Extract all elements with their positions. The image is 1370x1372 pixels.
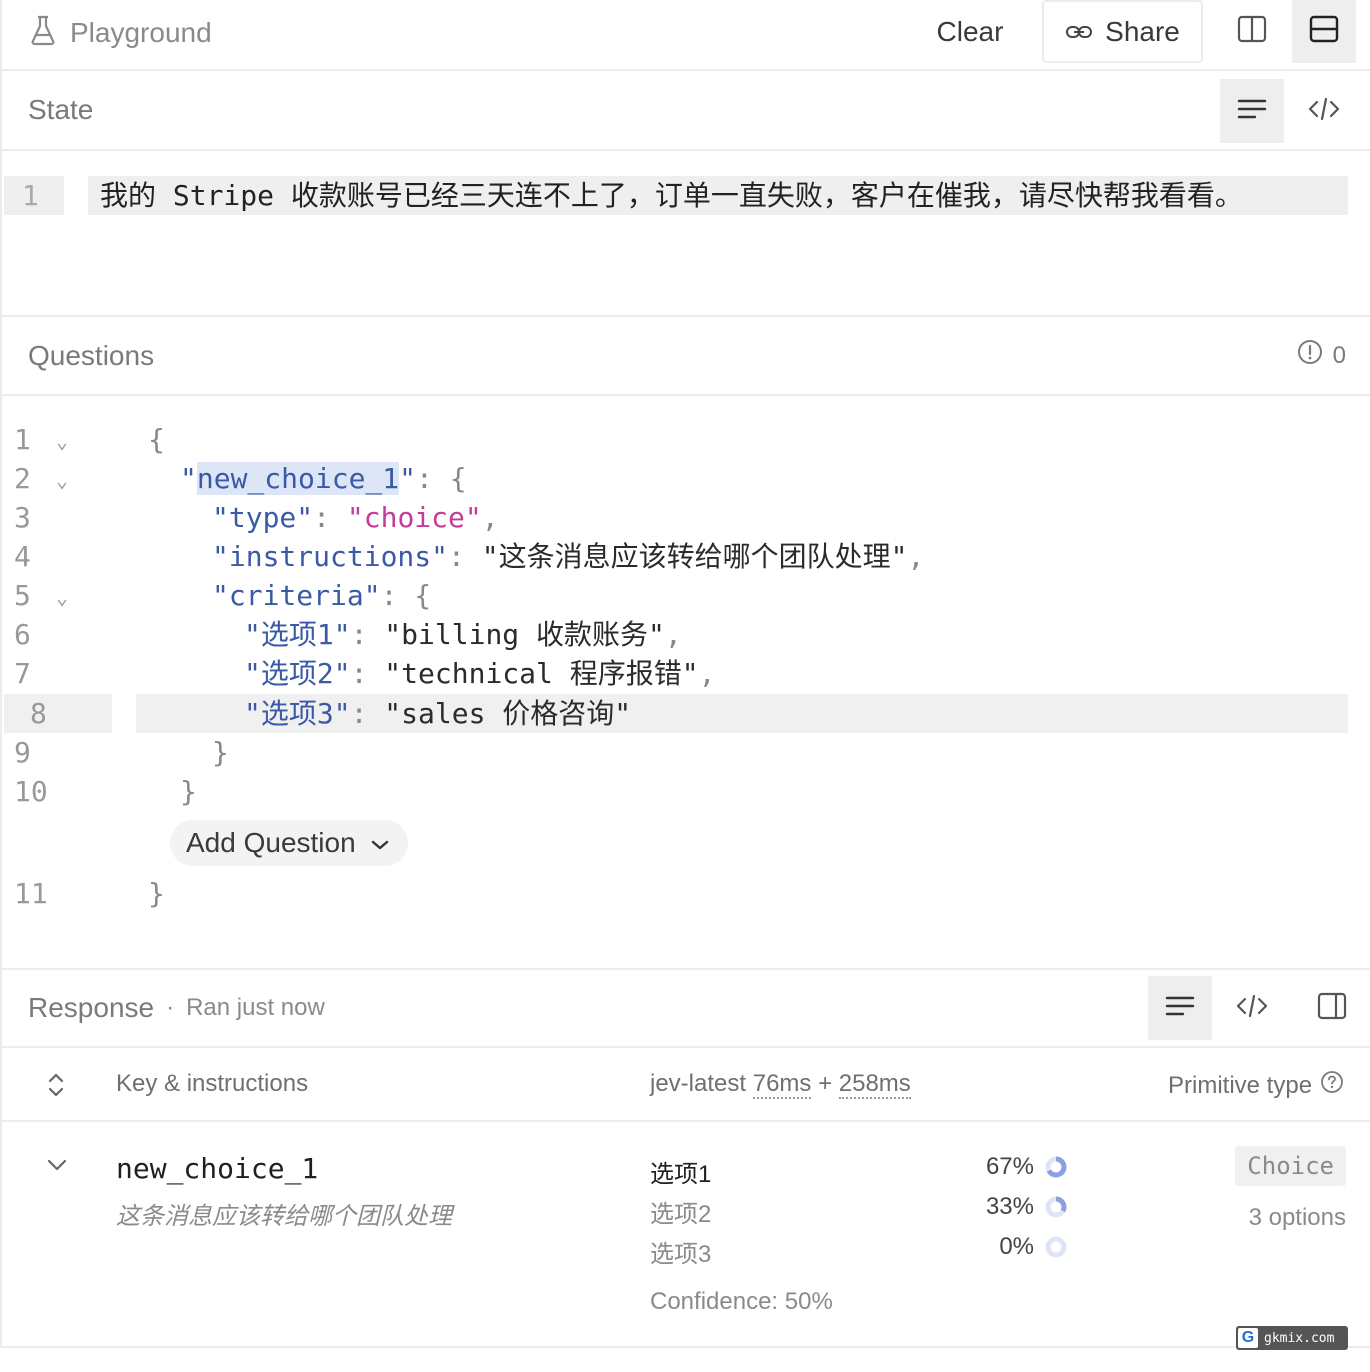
top-bar: Playground Clear Share — [0, 0, 1370, 71]
error-count[interactable]: 0 — [1297, 339, 1346, 372]
fold-chevron-icon[interactable]: ⌄ — [56, 461, 68, 500]
state-title: State — [28, 94, 94, 125]
code-line: "选项2": "technical 程序报错", — [244, 657, 716, 690]
type-column-label: Primitive type — [1168, 1071, 1313, 1099]
fold-chevron-icon[interactable]: ⌄ — [56, 422, 68, 461]
option-percent: 67% — [985, 1153, 1034, 1180]
latency-1[interactable]: 76ms — [752, 1070, 812, 1099]
response-row: new_choice_1 这条消息应该转给哪个团队处理 选项1 67% 选项2 … — [0, 1122, 1370, 1348]
progress-ring-icon — [1044, 1235, 1068, 1264]
type-column: Primitive type — [1168, 1070, 1344, 1101]
latency-2[interactable]: 258ms — [838, 1070, 911, 1099]
line-number: 6 — [14, 618, 31, 651]
code-line: "criteria": { — [212, 579, 432, 612]
code-line: } — [212, 736, 229, 769]
state-header: State — [0, 71, 1370, 151]
line-number: 11 — [14, 877, 48, 910]
alert-circle-icon — [1297, 339, 1323, 372]
add-question-label: Add Question — [186, 827, 356, 858]
response-column-header: Key & instructions jev-latest 76ms + 258… — [0, 1048, 1370, 1122]
progress-ring-icon — [1044, 1155, 1068, 1184]
line-number: 1 — [4, 176, 64, 215]
model-timing: jev-latest 76ms + 258ms — [650, 1070, 911, 1099]
response-instructions: 这条消息应该转给哪个团队处理 — [116, 1203, 452, 1230]
code-line: "new_choice_1": { — [180, 462, 467, 495]
code-line: "type": "choice", — [212, 501, 499, 534]
option-label: 选项3 — [650, 1241, 712, 1268]
split-vertical-button[interactable] — [1220, 0, 1284, 63]
row-collapse-chevron-icon[interactable] — [46, 1158, 68, 1177]
options-count: 3 options — [1248, 1204, 1346, 1231]
model-name: jev-latest — [650, 1070, 747, 1097]
text-lines-icon — [1237, 98, 1267, 125]
code-line: } — [180, 775, 197, 808]
option-label: 选项1 — [650, 1161, 712, 1188]
line-number: 7 — [14, 657, 31, 690]
share-label: Share — [1105, 15, 1180, 47]
split-vertical-icon — [1237, 14, 1267, 49]
selected-key: new_choice_1 — [196, 462, 400, 495]
line-number: 3 — [14, 501, 31, 534]
code-line: } — [148, 877, 165, 910]
code-line: { — [148, 423, 165, 456]
questions-editor[interactable]: 1 ⌄ 2 ⌄ 3 4 5 ⌄ 6 7 8 9 10 11 { "new_choice… — [0, 396, 1370, 970]
key-column-label: Key & instructions — [116, 1070, 309, 1097]
code-icon — [1308, 97, 1340, 126]
response-status: Ran just now — [186, 994, 325, 1021]
response-text-view-button[interactable] — [1148, 976, 1212, 1040]
line-number: 4 — [14, 540, 31, 573]
error-count-value: 0 — [1332, 341, 1346, 369]
watermark-text: gkmix.com — [1264, 1330, 1335, 1346]
watermark-badge: G — [1238, 1328, 1258, 1348]
text-lines-icon — [1165, 995, 1195, 1022]
chevron-down-icon — [370, 827, 390, 859]
expand-collapse-icon[interactable] — [46, 1072, 66, 1105]
line-number: 2 ⌄ — [14, 459, 114, 498]
response-sidebar-toggle[interactable] — [1300, 976, 1364, 1040]
code-line: "选项1": "billing 收款账务", — [244, 618, 682, 651]
state-text[interactable]: 我的 Stripe 收款账号已经三天连不上了，订单一直失败，客户在催我，请尽快帮… — [88, 176, 1348, 215]
option-percent: 0% — [999, 1233, 1034, 1260]
questions-header: Questions 0 — [0, 317, 1370, 396]
flask-icon — [30, 14, 56, 51]
progress-ring-icon — [1044, 1195, 1068, 1224]
link-icon — [1065, 16, 1093, 48]
response-title: Response — [28, 992, 155, 1023]
response-code-view-button[interactable] — [1220, 976, 1284, 1040]
share-button[interactable]: Share — [1042, 0, 1203, 63]
sidebar-right-icon — [1317, 991, 1347, 1026]
plus-sign: + — [818, 1070, 833, 1097]
line-number: 10 — [14, 775, 48, 808]
questions-title: Questions — [28, 339, 155, 371]
split-horizontal-button[interactable] — [1292, 0, 1356, 63]
code-line: "instructions": "这条消息应该转给哪个团队处理", — [212, 540, 925, 573]
split-horizontal-icon — [1309, 14, 1339, 49]
code-icon — [1236, 994, 1268, 1023]
clear-button[interactable]: Clear — [918, 10, 1022, 54]
fold-chevron-icon[interactable]: ⌄ — [56, 578, 68, 617]
line-number: 5 ⌄ — [14, 576, 114, 615]
response-header: Response · Ran just now — [0, 970, 1370, 1048]
state-text-view-button[interactable] — [1220, 79, 1284, 143]
app-title: Playground — [70, 16, 212, 48]
line-number: 9 — [14, 736, 31, 769]
confidence-label: Confidence: 50% — [650, 1288, 833, 1315]
watermark: G gkmix.com — [1236, 1326, 1348, 1350]
line-number: 1 ⌄ — [14, 420, 114, 459]
separator-dot: · — [166, 994, 175, 1021]
option-label: 选项2 — [650, 1201, 712, 1228]
add-question-button[interactable]: Add Question — [170, 820, 408, 866]
type-badge: Choice — [1235, 1146, 1346, 1186]
option-percent: 33% — [985, 1193, 1034, 1220]
code-line: "选项3": "sales 价格咨询" — [244, 697, 632, 730]
brand: Playground — [30, 14, 212, 51]
line-number: 8 — [4, 694, 112, 733]
state-editor[interactable]: 1 我的 Stripe 收款账号已经三天连不上了，订单一直失败，客户在催我，请尽… — [0, 151, 1370, 317]
state-code-view-button[interactable] — [1292, 79, 1356, 143]
response-key: new_choice_1 — [116, 1152, 319, 1185]
help-icon[interactable] — [1320, 1070, 1344, 1101]
